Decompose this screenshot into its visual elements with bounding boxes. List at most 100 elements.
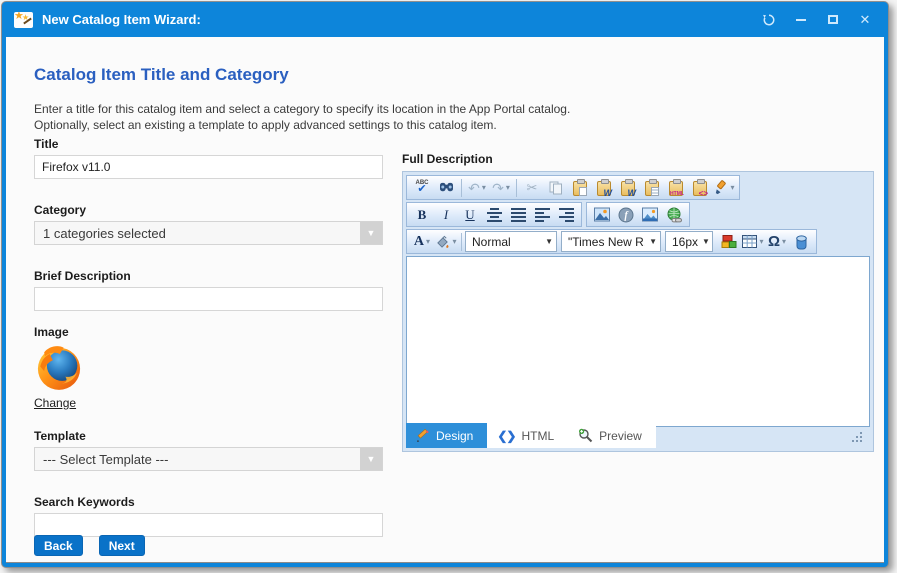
editor-resize-grip[interactable] (852, 432, 864, 442)
full-description-label: Full Description (402, 152, 874, 166)
media-manager-icon (642, 207, 658, 222)
back-button[interactable]: Back (34, 535, 83, 556)
editor-mode-tabs: Design ❮❯ HTML (406, 423, 656, 448)
tab-design[interactable]: Design (406, 423, 487, 448)
paste-from-word-clean-button[interactable]: W (616, 177, 640, 199)
paste-from-word-button[interactable]: W (592, 177, 616, 199)
hyperlink-manager-icon (666, 207, 683, 223)
close-button[interactable]: ✕ (852, 8, 878, 32)
copy-icon (549, 181, 563, 195)
underline-button[interactable]: U (458, 204, 482, 226)
bold-button[interactable]: B (410, 204, 434, 226)
editor-content-area[interactable] (406, 256, 870, 427)
cut-button[interactable]: ✂ (520, 177, 544, 199)
refresh-button[interactable] (756, 8, 782, 32)
intro-text: Enter a title for this catalog item and … (34, 101, 570, 133)
paste-from-word-icon: W (597, 181, 611, 196)
font-name-dropdown[interactable]: "Times New R... ▼ (561, 231, 661, 252)
intro-line-1: Enter a title for this catalog item and … (34, 101, 570, 117)
paste-markup-icon: <> (693, 181, 707, 196)
search-keywords-input[interactable] (34, 513, 383, 537)
align-center-button[interactable] (482, 204, 506, 226)
next-button[interactable]: Next (99, 535, 145, 556)
justify-button[interactable] (506, 204, 530, 226)
redo-button[interactable]: ↷▾ (489, 177, 513, 199)
titlebar: ★ ★ New Catalog Item Wizard: ✕ (6, 2, 884, 37)
toolbar-group-clipboard: ABC✔ ↶▾ (406, 175, 740, 200)
category-value: 1 categories selected (35, 222, 360, 244)
toolbar-row-3: A▾ ▾ Normal (406, 228, 870, 255)
flash-manager-button[interactable]: f (614, 204, 638, 226)
preview-magnifier-icon (578, 428, 593, 443)
toolbar-group-fonts: A▾ ▾ Normal (406, 229, 817, 254)
toolbar-group-format: B I U (406, 202, 582, 227)
insert-symbol-button[interactable]: Ω▾ (765, 231, 789, 253)
hyperlink-manager-button[interactable] (662, 204, 686, 226)
italic-icon: I (444, 208, 448, 221)
tab-preview-label: Preview (599, 429, 642, 443)
paste-as-html-icon: HTML (669, 181, 683, 196)
spellcheck-button[interactable]: ABC✔ (410, 177, 434, 199)
paste-button[interactable] (568, 177, 592, 199)
tab-preview[interactable]: Preview (568, 423, 656, 448)
template-dropdown[interactable]: --- Select Template --- ▼ (34, 447, 383, 471)
maximize-icon (828, 15, 838, 24)
insert-symbol-icon: Ω (768, 234, 780, 249)
search-keywords-label: Search Keywords (34, 495, 383, 509)
category-dropdown[interactable]: 1 categories selected ▼ (34, 221, 383, 245)
silverlight-manager-button[interactable] (789, 231, 813, 253)
change-image-link[interactable]: Change (34, 396, 76, 410)
paste-icon (573, 181, 587, 196)
tab-html[interactable]: ❮❯ HTML (487, 423, 568, 448)
toolbar-row-2: B I U (406, 201, 870, 228)
paste-plain-text-icon (645, 181, 659, 196)
minimize-button[interactable] (788, 8, 814, 32)
media-manager-button[interactable] (638, 204, 662, 226)
paste-as-html-button[interactable]: HTML (664, 177, 688, 199)
align-right-icon (559, 208, 574, 222)
rich-text-editor: ABC✔ ↶▾ (402, 171, 874, 452)
category-dropdown-button[interactable]: ▼ (360, 222, 382, 244)
paste-plain-text-button[interactable] (640, 177, 664, 199)
justify-icon (511, 208, 526, 222)
insert-snippet-button[interactable] (717, 231, 741, 253)
paragraph-style-dropdown[interactable]: Normal ▼ (465, 231, 557, 252)
template-value: --- Select Template --- (35, 448, 360, 470)
flash-manager-icon: f (618, 207, 634, 223)
align-left-button[interactable] (530, 204, 554, 226)
find-and-replace-icon (439, 181, 454, 194)
template-label: Template (34, 429, 383, 443)
image-section: Image (34, 325, 383, 412)
minimize-icon (796, 19, 806, 21)
chevron-down-icon: ▼ (645, 237, 657, 246)
close-icon: ✕ (860, 12, 871, 28)
font-size-dropdown[interactable]: 16px ▼ (665, 231, 713, 252)
paste-markup-button[interactable]: <> (688, 177, 712, 199)
insert-table-icon (742, 235, 757, 248)
copy-button[interactable] (544, 177, 568, 199)
brief-description-input[interactable] (34, 287, 383, 311)
format-stripper-button[interactable]: ▾ (712, 177, 736, 199)
font-color-button[interactable]: A▾ (410, 231, 434, 253)
chevron-down-icon: ▼ (367, 454, 376, 464)
find-and-replace-button[interactable] (434, 177, 458, 199)
window-controls: ✕ (756, 8, 878, 32)
insert-snippet-icon (721, 234, 737, 249)
window-title: New Catalog Item Wizard: (42, 12, 756, 27)
image-manager-button[interactable] (590, 204, 614, 226)
insert-table-button[interactable]: ▾ (741, 231, 765, 253)
italic-button[interactable]: I (434, 204, 458, 226)
align-right-button[interactable] (554, 204, 578, 226)
template-dropdown-button[interactable]: ▼ (360, 448, 382, 470)
background-color-button[interactable]: ▾ (434, 231, 458, 253)
paste-from-word-clean-icon: W (621, 181, 635, 196)
maximize-button[interactable] (820, 8, 846, 32)
design-pencil-icon (416, 429, 430, 443)
screen: ★ ★ New Catalog Item Wizard: ✕ Catalog I… (0, 0, 897, 573)
title-input[interactable] (34, 155, 383, 179)
editor-column: Full Description ABC✔ (402, 152, 874, 452)
undo-button[interactable]: ↶▾ (465, 177, 489, 199)
firefox-logo (34, 343, 84, 393)
font-name-value: "Times New R... (568, 235, 645, 249)
refresh-icon (762, 13, 776, 27)
